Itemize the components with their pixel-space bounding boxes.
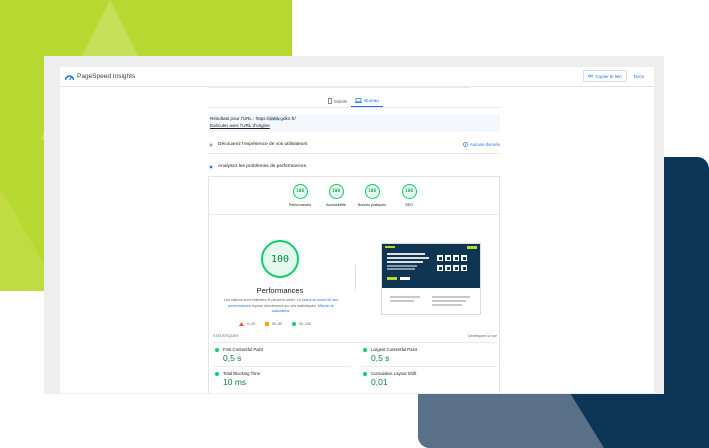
pagespeed-window: PageSpeed Insights Copier le lien Docs M… xyxy=(60,67,654,393)
metric-tbt: Total Blocking Time 10 ms xyxy=(215,371,345,387)
metric-lcp-value: 0,5 s xyxy=(371,353,390,363)
results-url-prefix: Résultats pour l'URL : https:// xyxy=(210,116,270,121)
app-logo[interactable]: PageSpeed Insights xyxy=(65,73,135,81)
gauge-performance-label: Performances xyxy=(288,203,312,207)
performance-desc-text-2: repose directement sur ces statistiques. xyxy=(250,303,318,308)
vertical-divider xyxy=(355,265,356,291)
docs-label: Docs xyxy=(633,73,644,79)
performance-score-gauge: 100 xyxy=(261,240,299,278)
expand-view-toggle[interactable]: Développer la vue xyxy=(468,334,497,338)
diagnose-section-label: Analysez les problèmes de performances xyxy=(218,164,306,169)
copy-link-button[interactable]: Copier le lien xyxy=(583,70,627,82)
gauge-performance-score: 100 xyxy=(292,184,308,199)
results-url-box: Résultats pour l'URL : https://www.gdkn.… xyxy=(208,114,500,132)
no-data-indicator: Aucune donnée xyxy=(462,142,500,147)
tab-desktop[interactable]: Bureau xyxy=(351,95,383,107)
section-divider xyxy=(208,153,500,154)
performance-title: Performances xyxy=(256,286,304,295)
green-circle-icon xyxy=(292,322,296,326)
crux-section-icon xyxy=(208,142,214,148)
crux-section-label: Découvrez l'expérience de vos utilisateu… xyxy=(218,142,308,147)
gauge-accessibility[interactable]: 100 Accessibilité xyxy=(319,184,353,207)
performance-desc-text-1: Les valeurs sont estimées et peuvent var… xyxy=(223,298,302,302)
metric-cls-value: 0,01 xyxy=(371,377,388,387)
metric-fcp-value: 0,5 s xyxy=(223,353,242,363)
metric-fcp: First Contentful Paint 0,5 s xyxy=(215,347,345,363)
orange-square-icon xyxy=(265,322,269,326)
crux-section[interactable]: Découvrez l'expérience de vos utilisateu… xyxy=(208,138,500,151)
origin-url-link[interactable]: Exécuter avec l'URL d'origine xyxy=(210,123,498,130)
app-title: PageSpeed Insights xyxy=(77,73,136,80)
gauge-best-practices-label: Bonnes pratiques xyxy=(358,203,386,207)
page-screenshot-thumbnail[interactable] xyxy=(381,243,481,315)
score-legend: 0–49 50–89 90–100 xyxy=(239,322,321,326)
docs-button[interactable]: Docs xyxy=(630,70,648,82)
metric-cls-label: Cumulative Layout Shift xyxy=(371,371,417,376)
gauge-accessibility-score: 100 xyxy=(328,184,344,199)
legend-pass-range: 90–100 xyxy=(299,322,311,326)
pass-dot-icon xyxy=(363,371,367,376)
tab-mobile[interactable]: Mobile xyxy=(324,95,351,107)
copy-link-label: Copier le lien xyxy=(595,73,622,79)
no-data-label: Aucune donnée xyxy=(469,142,500,147)
results-url-suffix: .gdkn.fr/ xyxy=(279,116,296,121)
gauge-performance[interactable]: 100 Performances xyxy=(283,184,317,207)
pagespeed-gauge-icon xyxy=(65,74,74,80)
metric-row-divider xyxy=(213,366,351,367)
tab-desktop-label: Bureau xyxy=(364,98,379,103)
url-input-edge xyxy=(208,86,470,88)
pass-dot-icon xyxy=(215,347,219,352)
legend-fail-range: 0–49 xyxy=(247,322,255,326)
legend-pass: 90–100 xyxy=(292,322,311,326)
metric-fcp-label: First Contentful Paint xyxy=(223,347,264,352)
tabs-divider xyxy=(208,107,500,108)
gauge-best-practices[interactable]: 100 Bonnes pratiques xyxy=(355,184,389,207)
metrics-heading: STATISTIQUES xyxy=(213,334,239,338)
results-url-highlight: www xyxy=(269,116,280,121)
phone-icon xyxy=(328,98,332,104)
pass-dot-icon xyxy=(363,347,367,352)
metrics-header: STATISTIQUES Développer la vue xyxy=(213,334,497,338)
link-icon xyxy=(588,74,594,78)
laptop-icon xyxy=(355,98,363,103)
gauge-seo[interactable]: 100 SEO xyxy=(392,184,426,207)
metric-cls: Cumulative Layout Shift 0,01 xyxy=(363,371,493,387)
thumbnail-nav xyxy=(385,246,477,249)
device-tabs: Mobile Bureau xyxy=(324,95,383,107)
performance-description: Les valeurs sont estimées et peuvent var… xyxy=(221,298,341,315)
pass-dot-icon xyxy=(215,371,219,376)
header-actions: Copier le lien Docs xyxy=(583,70,648,82)
metric-lcp: Largest Contentful Paint 0,5 s xyxy=(363,347,493,363)
gauge-seo-label: SEO xyxy=(405,203,413,207)
category-gauges: 100 Performances 100 Accessibilité 100 B… xyxy=(209,177,499,215)
top-bar: PageSpeed Insights Copier le lien Docs xyxy=(60,67,654,87)
red-triangle-icon xyxy=(239,322,244,326)
legend-average: 50–89 xyxy=(265,322,282,326)
tab-mobile-label: Mobile xyxy=(334,98,348,104)
metric-row-divider xyxy=(361,366,497,367)
metrics-divider xyxy=(213,342,497,343)
gauge-best-practices-score: 100 xyxy=(364,184,380,199)
diagnose-section-icon xyxy=(208,164,214,170)
legend-average-range: 50–89 xyxy=(272,322,282,326)
report-panel: 100 Performances 100 Accessibilité 100 B… xyxy=(208,176,500,393)
diagnose-section[interactable]: Analysez les problèmes de performances xyxy=(208,160,500,173)
metric-tbt-value: 10 ms xyxy=(223,377,247,387)
metric-tbt-label: Total Blocking Time xyxy=(223,371,261,376)
gauge-seo-score: 100 xyxy=(401,184,417,199)
gauge-accessibility-label: Accessibilité xyxy=(326,203,346,207)
legend-fail: 0–49 xyxy=(239,322,255,326)
metric-lcp-label: Largest Contentful Paint xyxy=(371,347,418,352)
info-icon xyxy=(462,142,468,147)
